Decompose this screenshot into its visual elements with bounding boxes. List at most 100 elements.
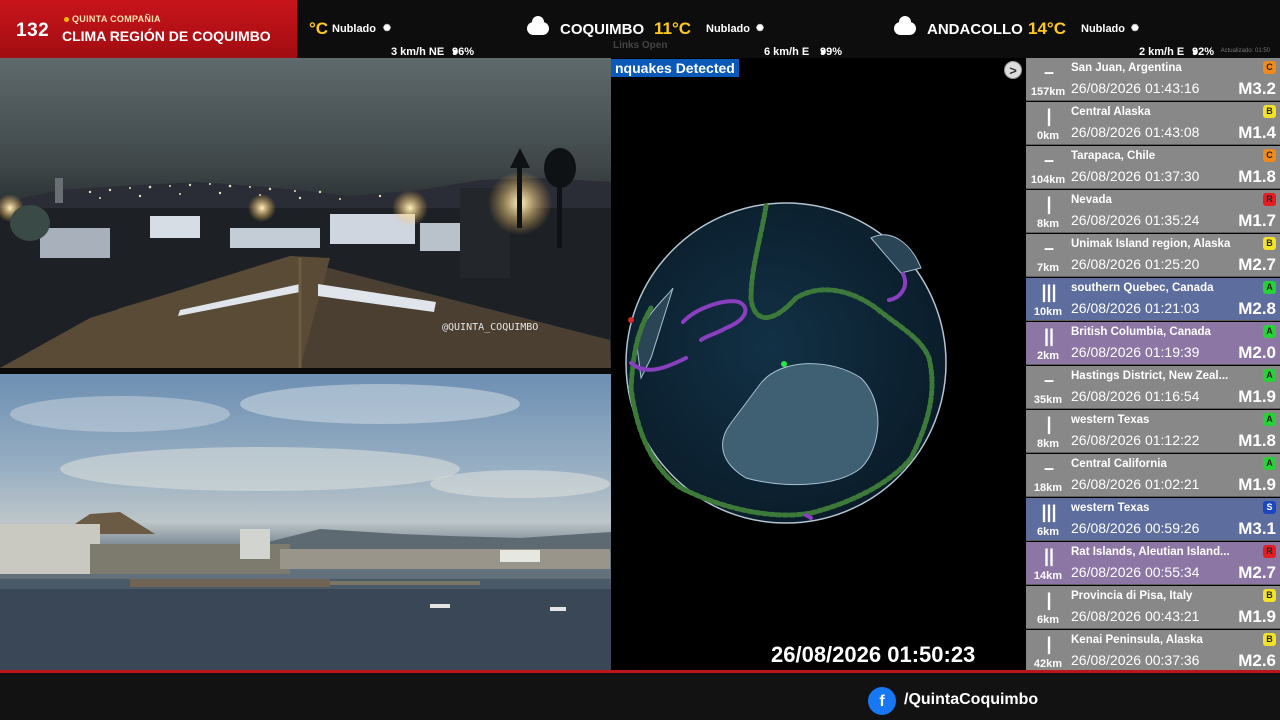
camera-watermark: @QUINTA_COQUIMBO — [442, 322, 539, 333]
quake-list-item[interactable]: – 18km Central California 26/08/2026 01:02:… — [1026, 454, 1280, 497]
quake-distance: 6km — [1036, 614, 1060, 626]
links-menu[interactable]: Links Open — [613, 40, 667, 51]
wind-value: 2 km/h E — [1138, 46, 1185, 58]
quake-source-badge: A — [1263, 325, 1276, 338]
quake-intensity: ||| — [1041, 282, 1057, 302]
quake-source-badge: S — [1263, 501, 1276, 514]
wind-value: 6 km/h E — [763, 46, 810, 58]
datetime-clock: 26/08/2026 01:50:23 — [771, 642, 976, 667]
top-bar: 132 QUINTA COMPAÑIA CLIMA REGIÓN DE COQU… — [0, 0, 1280, 58]
quake-list-item[interactable]: || 14km Rat Islands, Aleutian Island... 26/… — [1026, 542, 1280, 585]
footer-bar: f /QuintaCoquimbo — [0, 673, 1280, 720]
quake-magnitude: M1.8 — [1238, 167, 1276, 186]
quake-list-item[interactable]: || 2km British Columbia, Canada 26/08/2026 … — [1026, 322, 1280, 365]
quake-time: 26/08/2026 01:19:39 — [1071, 344, 1200, 360]
facebook-icon: f — [868, 687, 896, 715]
quake-time: 26/08/2026 01:43:08 — [1071, 124, 1200, 140]
quake-intensity: – — [1043, 238, 1054, 258]
quake-magnitude: M1.8 — [1238, 431, 1276, 450]
quake-distance: 7km — [1036, 262, 1060, 274]
harbor-scene — [0, 384, 611, 670]
quake-source-badge: R — [1263, 193, 1276, 206]
quake-time: 26/08/2026 00:43:21 — [1071, 608, 1200, 624]
quake-intensity: || — [1043, 546, 1055, 566]
quake-list-item[interactable]: | 6km Provincia di Pisa, Italy 26/08/2026 0… — [1026, 586, 1280, 629]
quake-intensity: || — [1043, 326, 1055, 346]
quake-magnitude: M1.7 — [1238, 211, 1276, 230]
latest-quake-marker — [781, 361, 787, 367]
humidity-value: 96% — [452, 46, 475, 58]
quake-location: Nevada — [1071, 194, 1112, 206]
quake-distance: 8km — [1036, 218, 1060, 230]
quake-list-item[interactable]: | 0km Central Alaska 26/08/2026 01:43:08 M1.… — [1026, 102, 1280, 145]
humidity-value: 92% — [1192, 46, 1215, 58]
brand-subtitle-text: QUINTA COMPAÑIA — [72, 14, 161, 24]
quake-location: Hastings District, New Zeal... — [1071, 370, 1229, 382]
quake-magnitude: M2.7 — [1238, 255, 1276, 274]
brand-subtitle: QUINTA COMPAÑIA — [64, 14, 161, 24]
quake-intensity: | — [1046, 194, 1052, 214]
quake-distance: 0km — [1036, 130, 1060, 142]
quake-distance: 104km — [1030, 174, 1066, 186]
quake-distance: 35km — [1033, 394, 1063, 406]
quake-location: western Texas — [1071, 502, 1150, 514]
stream-overlay: 132 QUINTA COMPAÑIA CLIMA REGIÓN DE COQU… — [0, 0, 1280, 720]
quake-source-badge: B — [1263, 237, 1276, 250]
quake-distance: 18km — [1033, 482, 1063, 494]
ticker-condition: Nublado — [1081, 23, 1125, 35]
quake-time: 26/08/2026 01:21:03 — [1071, 300, 1200, 316]
quake-list-item[interactable]: ||| 10km southern Quebec, Canada 26/08/2026… — [1026, 278, 1280, 321]
quake-source-badge: A — [1263, 281, 1276, 294]
updated-label: Actualizado: 01:50 — [1220, 48, 1270, 54]
quake-list-item[interactable]: | 8km Nevada 26/08/2026 01:35:24 M1.7 R — [1026, 190, 1280, 233]
quake-distance: 6km — [1036, 526, 1060, 538]
cloud-icon — [894, 16, 916, 35]
quake-magnitude: M2.0 — [1238, 343, 1276, 362]
quake-magnitude: M3.1 — [1238, 519, 1276, 538]
quake-magnitude: M1.4 — [1238, 123, 1276, 142]
quake-location: Kenai Peninsula, Alaska — [1071, 634, 1203, 646]
quake-location: western Texas — [1071, 414, 1150, 426]
quake-list-item[interactable]: | 8km western Texas 26/08/2026 01:12:22 M1.8… — [1026, 410, 1280, 453]
quake-list-item[interactable]: ||| 6km western Texas 26/08/2026 00:59:26 M3… — [1026, 498, 1280, 541]
quake-intensity: ||| — [1041, 502, 1057, 522]
webcam-night-city: @QUINTA_COQUIMBO — [0, 58, 611, 368]
quake-intensity: | — [1046, 590, 1052, 610]
quake-intensity: – — [1043, 150, 1054, 170]
quake-location: southern Quebec, Canada — [1071, 282, 1214, 294]
quake-source-badge: C — [1263, 61, 1276, 74]
quake-source-badge: A — [1263, 413, 1276, 426]
quake-source-badge: B — [1263, 589, 1276, 602]
quake-time: 26/08/2026 01:35:24 — [1071, 212, 1200, 228]
ticker-condition: Nublado — [706, 23, 750, 35]
quake-list-item[interactable]: – 104km Tarapaca, Chile 26/08/2026 01:37:30… — [1026, 146, 1280, 189]
quake-time: 26/08/2026 00:55:34 — [1071, 564, 1200, 580]
quake-list-item[interactable]: – 35km Hastings District, New Zeal... 26/08… — [1026, 366, 1280, 409]
quake-list-item[interactable]: – 157km San Juan, Argentina 26/08/2026 01:4… — [1026, 58, 1280, 101]
quake-time: 26/08/2026 01:16:54 — [1071, 388, 1200, 404]
brand-block: 132 QUINTA COMPAÑIA CLIMA REGIÓN DE COQU… — [0, 0, 297, 58]
facebook-handle[interactable]: /QuintaCoquimbo — [904, 691, 1038, 709]
channel-number: 132 — [16, 20, 50, 41]
quake-location: Central California — [1071, 458, 1167, 470]
quake-magnitude: M3.2 — [1238, 79, 1276, 98]
quake-time: 26/08/2026 01:37:30 — [1071, 168, 1200, 184]
quake-distance: 14km — [1033, 570, 1063, 582]
quake-list-item[interactable]: | 42km Kenai Peninsula, Alaska 26/08/2026 0… — [1026, 630, 1280, 673]
quake-location: Tarapaca, Chile — [1071, 150, 1156, 162]
globe-map[interactable] — [611, 58, 1025, 670]
quake-distance: 157km — [1030, 86, 1066, 98]
quake-time: 26/08/2026 01:25:20 — [1071, 256, 1200, 272]
quake-list-item[interactable]: – 7km Unimak Island region, Alaska 26/08/20… — [1026, 234, 1280, 277]
quake-time: 26/08/2026 00:37:36 — [1071, 652, 1200, 668]
quake-location: San Juan, Argentina — [1071, 62, 1182, 74]
quake-time: 26/08/2026 01:43:16 — [1071, 80, 1200, 96]
quake-source-badge: R — [1263, 545, 1276, 558]
quake-magnitude: M1.9 — [1238, 607, 1276, 626]
earthquake-list: – 157km San Juan, Argentina 26/08/2026 01:4… — [1026, 58, 1280, 673]
quake-location: British Columbia, Canada — [1071, 326, 1211, 338]
quake-distance: 8km — [1036, 438, 1060, 450]
quake-source-badge: C — [1263, 149, 1276, 162]
quake-time: 26/08/2026 01:02:21 — [1071, 476, 1200, 492]
ticker-wind: ✺ 3 km/h NE — [383, 23, 445, 58]
